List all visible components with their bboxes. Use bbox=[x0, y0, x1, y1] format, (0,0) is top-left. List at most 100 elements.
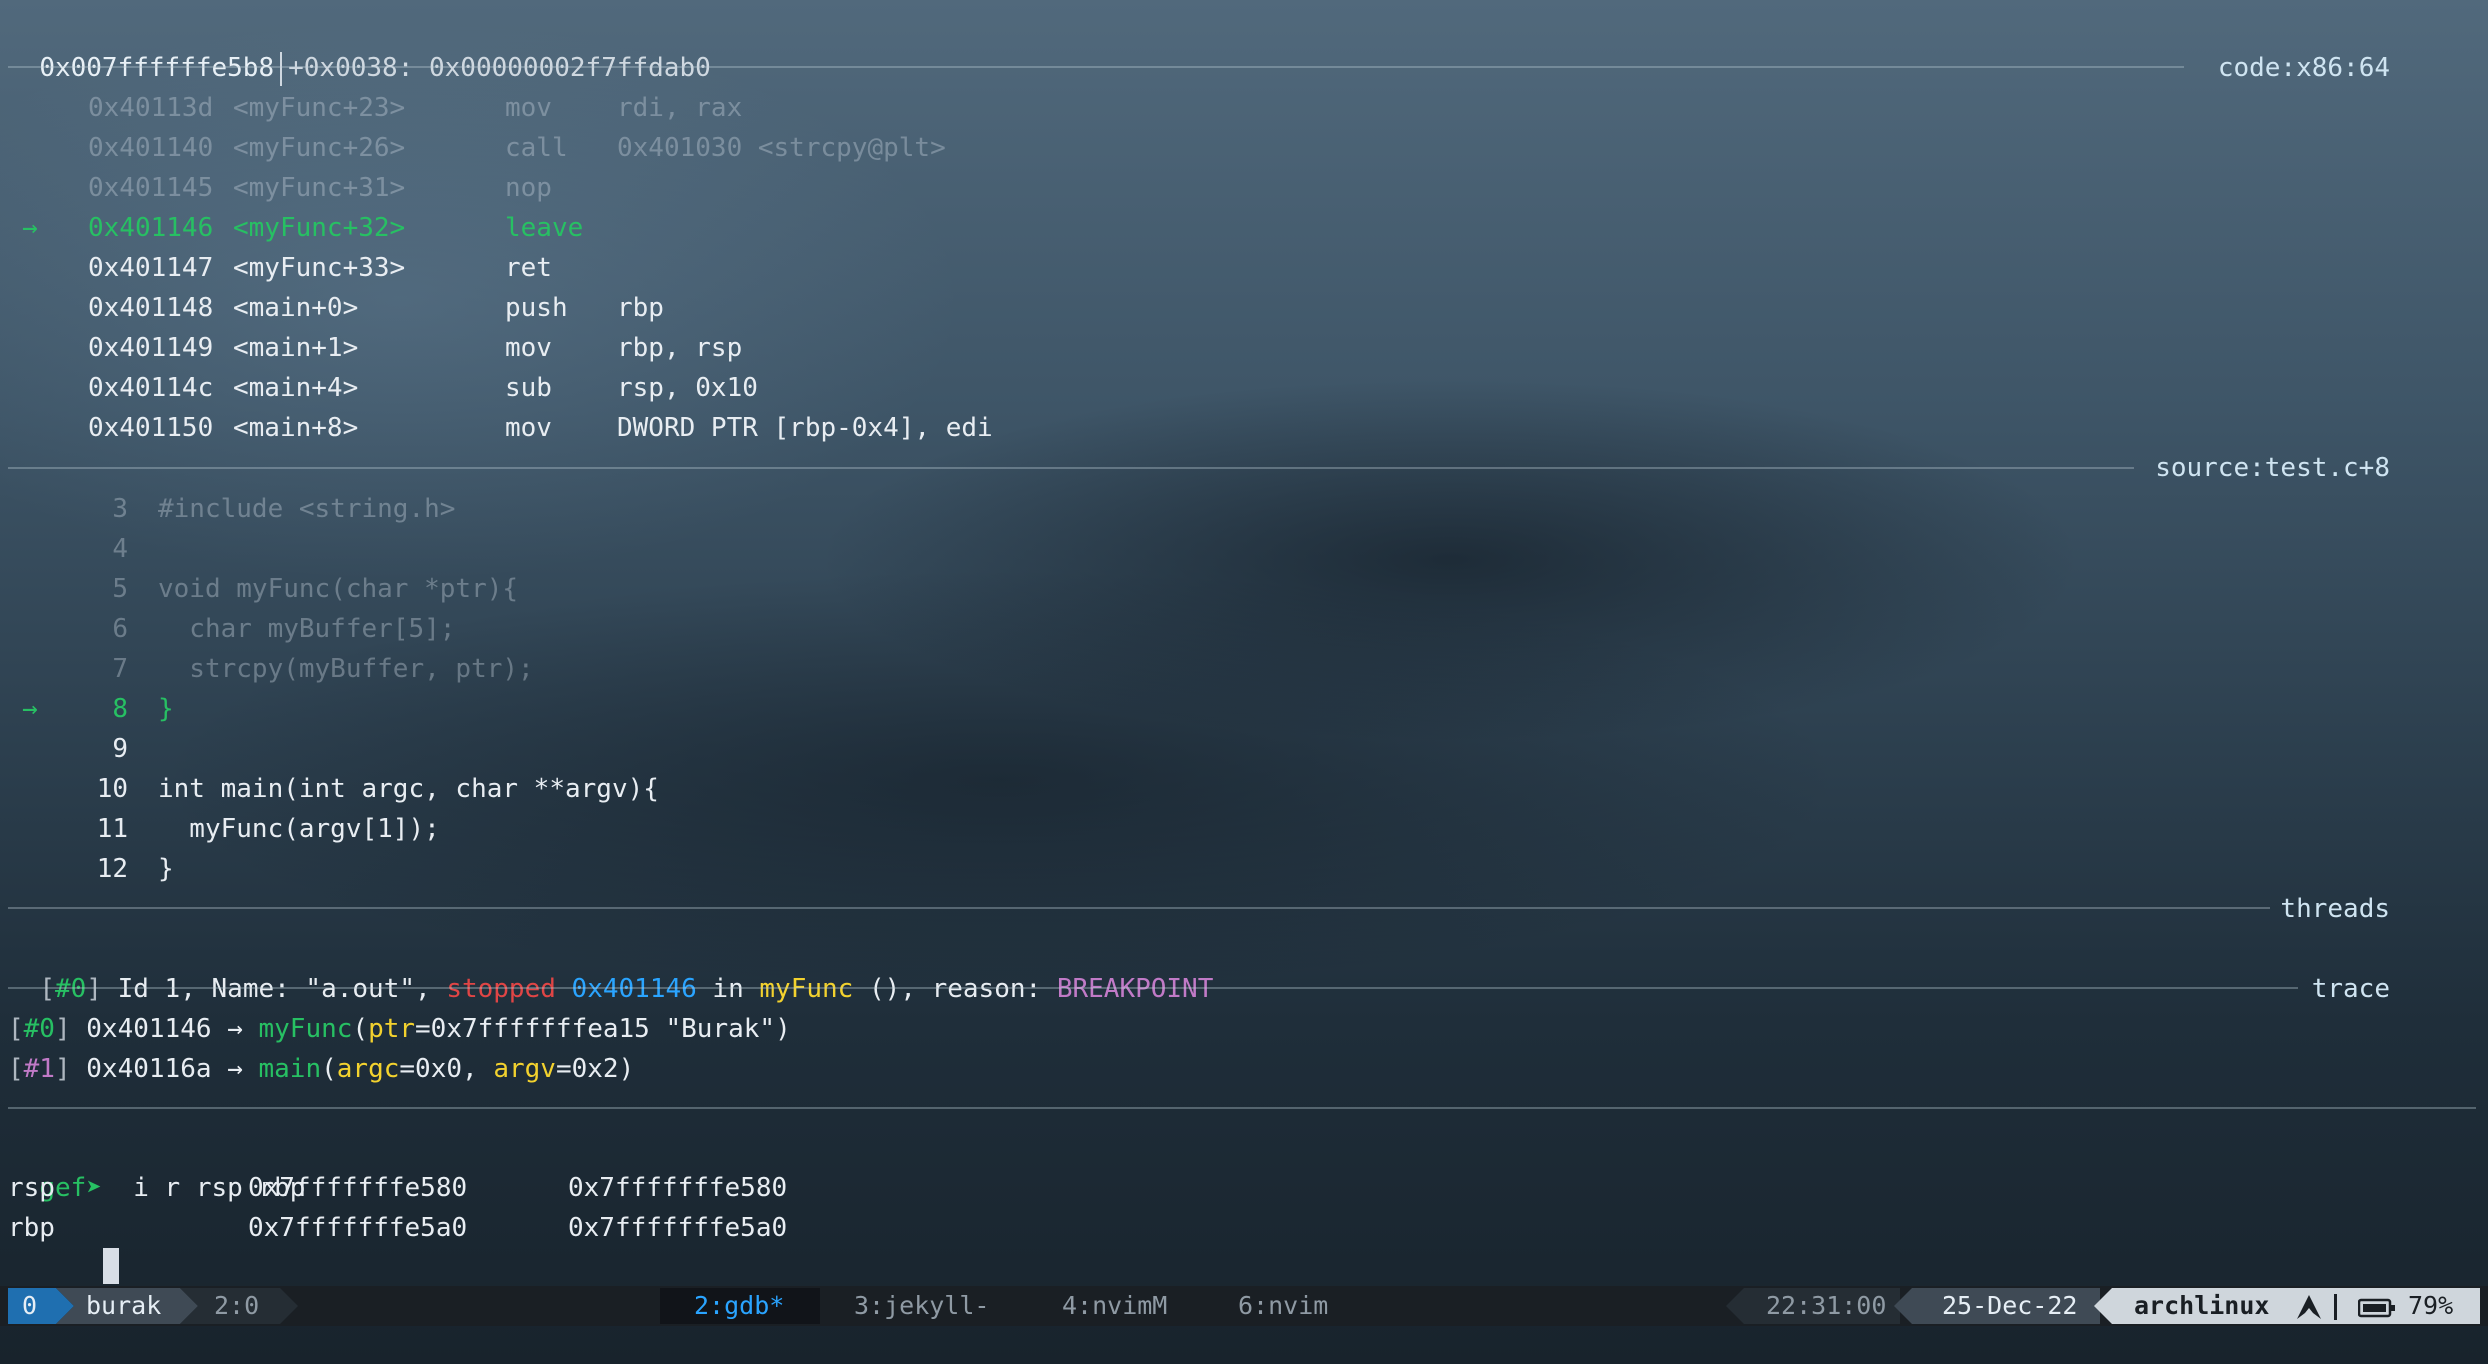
register-hex: 0x7fffffffe5a0 bbox=[248, 1213, 468, 1243]
disassembly-line: → 0x401146 <myFunc+32> leave bbox=[8, 208, 617, 248]
arg-name: ptr bbox=[368, 1014, 416, 1044]
arg-value: =0x0 bbox=[399, 1054, 463, 1084]
instruction-symbol: <main+4> bbox=[233, 373, 359, 403]
bracket: ] bbox=[54, 1054, 87, 1084]
bracket: [ bbox=[8, 1054, 24, 1084]
column-divider bbox=[280, 51, 283, 86]
instruction-symbol: <myFunc+31> bbox=[233, 173, 406, 203]
instruction-operands: rdi, rax bbox=[617, 93, 743, 123]
call-arrow-icon: → bbox=[227, 1054, 243, 1084]
line-number: 5 bbox=[112, 574, 128, 604]
line-number: 4 bbox=[112, 534, 128, 564]
arg-value: =0x2 bbox=[555, 1054, 619, 1084]
thread-function: myFunc bbox=[759, 974, 854, 1004]
frame-function: main bbox=[258, 1054, 322, 1084]
register-hex: 0x7fffffffe580 bbox=[248, 1173, 468, 1203]
bracket: ] bbox=[54, 1014, 87, 1044]
instruction-address: 0x401140 bbox=[88, 133, 214, 163]
stack-address: 0x007ffffffe5b8 bbox=[39, 53, 275, 83]
thread-state: stopped bbox=[446, 974, 556, 1004]
current-line-arrow-icon: → bbox=[22, 694, 38, 724]
register-value: 0x7fffffffe5a0 bbox=[568, 1213, 788, 1243]
instruction-address: 0x401149 bbox=[88, 333, 214, 363]
instruction-symbol: <myFunc+23> bbox=[233, 93, 406, 123]
frame-address: 0x40116a bbox=[86, 1054, 212, 1084]
instruction-address: 0x401147 bbox=[88, 253, 214, 283]
thread-index: #0 bbox=[54, 974, 87, 1004]
bracket: [ bbox=[8, 1014, 24, 1044]
instruction-opcode: mov bbox=[505, 333, 552, 363]
thread-reason-label: (), reason: bbox=[853, 974, 1057, 1004]
status-divider bbox=[2334, 1294, 2337, 1320]
line-number: 6 bbox=[112, 614, 128, 644]
code-section-label: code:x86:64 bbox=[2217, 53, 2390, 83]
instruction-opcode: sub bbox=[505, 373, 552, 403]
arch-linux-icon bbox=[2297, 1295, 2321, 1319]
disassembly-line: 0x401147 <myFunc+33> ret bbox=[8, 248, 617, 288]
instruction-symbol: <myFunc+33> bbox=[233, 253, 406, 283]
source-line: 10 int main(int argc, char **argv){ bbox=[8, 769, 659, 809]
instruction-opcode: mov bbox=[505, 93, 552, 123]
instruction-opcode: leave bbox=[505, 213, 584, 243]
current-instruction-arrow-icon: → bbox=[22, 213, 38, 243]
disassembly-line: 0x40114c <main+4> sub rsp, 0x10 bbox=[8, 368, 758, 408]
source-line: 4 bbox=[8, 529, 158, 569]
trace-separator bbox=[8, 987, 2298, 989]
instruction-opcode: push bbox=[505, 293, 568, 323]
source-code-text: int main(int argc, char **argv){ bbox=[158, 774, 659, 804]
register-row: rsp 0x7fffffffe580 0x7fffffffe580 bbox=[8, 1168, 787, 1208]
console-separator bbox=[8, 1107, 2476, 1109]
thread-line: [#0] Id 1, Name: "a.out", stopped 0x4011… bbox=[39, 974, 1214, 1004]
register-name: rbp bbox=[8, 1213, 55, 1243]
window-tab-gdb[interactable]: 2:gdb* bbox=[694, 1286, 784, 1326]
frame-function: myFunc bbox=[258, 1014, 353, 1044]
pane-index[interactable]: 2:0 bbox=[214, 1286, 259, 1326]
stack-top-line: 0x007ffffffe5b8 +0x0038: 0x00000002f7ffda… bbox=[8, 8, 711, 88]
frame-address: 0x401146 bbox=[86, 1014, 212, 1044]
battery-percentage: 79% bbox=[2408, 1291, 2454, 1320]
instruction-operands: 0x401030 <strcpy@plt> bbox=[617, 133, 946, 163]
register-value: 0x7fffffffe580 bbox=[568, 1173, 788, 1203]
line-number: 9 bbox=[112, 734, 128, 764]
text-cursor bbox=[103, 1248, 119, 1284]
thread-in: in bbox=[696, 974, 760, 1004]
arg-sep: , bbox=[462, 1054, 494, 1084]
threads-section-label: threads bbox=[2280, 894, 2390, 924]
hostname: archlinux bbox=[2134, 1291, 2270, 1320]
instruction-operands: rsp, 0x10 bbox=[617, 373, 758, 403]
source-code-text: #include <string.h> bbox=[158, 494, 456, 524]
instruction-opcode: ret bbox=[505, 253, 552, 283]
instruction-address: 0x401150 bbox=[88, 413, 214, 443]
source-code-text: } bbox=[158, 854, 174, 884]
thread-reason: BREAKPOINT bbox=[1056, 974, 1214, 1004]
battery-icon bbox=[2358, 1298, 2395, 1318]
thread-info: Id 1, Name: "a.out", bbox=[101, 974, 447, 1004]
date: 25-Dec-22 bbox=[1942, 1291, 2078, 1320]
clock-time: 22:31:00 bbox=[1766, 1291, 1887, 1320]
disassembly-line: 0x401148 <main+0> push rbp bbox=[8, 288, 664, 328]
instruction-symbol: <main+1> bbox=[233, 333, 359, 363]
instruction-symbol: <myFunc+26> bbox=[233, 133, 406, 163]
stack-value: +0x0038: 0x00000002f7ffdab0 bbox=[288, 53, 711, 83]
source-line: 9 bbox=[8, 729, 158, 769]
line-number: 10 bbox=[96, 774, 128, 804]
instruction-symbol: <main+8> bbox=[233, 413, 359, 443]
frame-index: #1 bbox=[23, 1054, 55, 1084]
source-code-text: strcpy(myBuffer, ptr); bbox=[158, 654, 534, 684]
instruction-opcode: mov bbox=[505, 413, 552, 443]
paren: ( bbox=[321, 1054, 337, 1084]
disassembly-line: 0x401140 <myFunc+26> call 0x401030 <strcpy@… bbox=[8, 128, 946, 168]
source-code-text: } bbox=[158, 694, 174, 724]
source-code-text: void myFunc(char *ptr){ bbox=[158, 574, 519, 604]
session-index[interactable]: 0 bbox=[22, 1286, 37, 1326]
session-user[interactable]: burak bbox=[86, 1286, 161, 1326]
window-tab-nvim[interactable]: 6:nvim bbox=[1238, 1286, 1328, 1326]
disassembly-line: 0x401150 <main+8> mov DWORD PTR [rbp-0x4], … bbox=[8, 408, 993, 448]
window-tab-jekyll[interactable]: 3:jekyll- bbox=[854, 1286, 989, 1326]
disassembly-line: 0x401145 <myFunc+31> nop bbox=[8, 168, 617, 208]
paren: ) bbox=[618, 1054, 635, 1084]
paren: ) bbox=[775, 1014, 791, 1044]
trace-frame: [#1] 0x40116a → main(argc=0x0, argv=0x2) bbox=[8, 1049, 634, 1089]
paren: ( bbox=[352, 1014, 369, 1044]
window-tab-nvim-modified[interactable]: 4:nvimM bbox=[1062, 1286, 1167, 1326]
